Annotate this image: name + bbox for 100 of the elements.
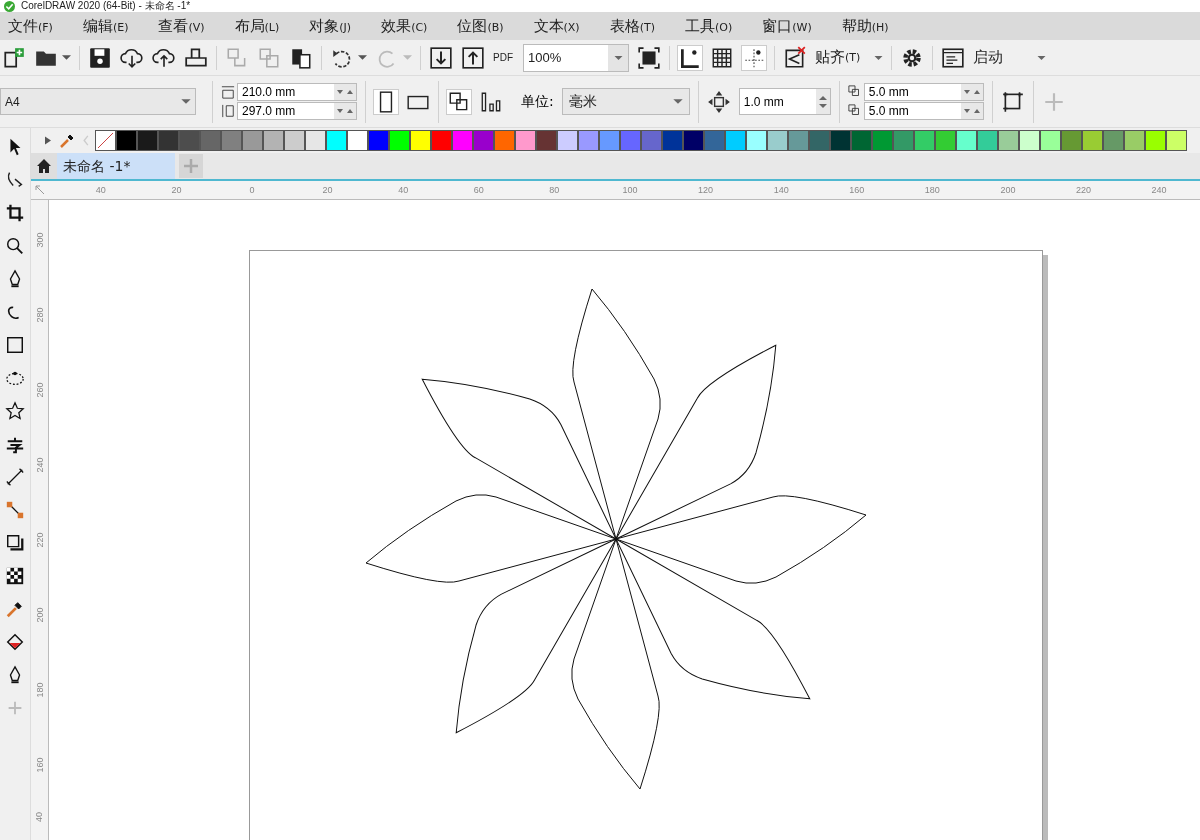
zoom-dropdown[interactable]: 100% [523, 43, 629, 72]
eyedropper-icon[interactable] [59, 132, 75, 149]
caret-icon[interactable] [62, 54, 71, 61]
page-height-field[interactable]: 297.0 mm [237, 102, 357, 120]
color-swatch[interactable] [956, 130, 977, 151]
duplicate-x-field[interactable]: 5.0 mm [863, 83, 984, 101]
menu-item[interactable]: 帮助(H) [841, 16, 889, 36]
page-width-field[interactable]: 210.0 mm [237, 83, 357, 101]
spinner-arrows-icon[interactable] [963, 108, 980, 114]
color-swatch[interactable] [158, 130, 179, 151]
menu-item[interactable]: 查看(V) [158, 16, 205, 36]
zoom-tool-icon[interactable] [5, 235, 25, 257]
crop-tool-icon[interactable] [5, 202, 25, 224]
caret-icon[interactable] [181, 98, 191, 105]
color-swatch[interactable] [809, 130, 830, 151]
palette-menu-icon[interactable] [44, 135, 52, 146]
export-icon[interactable] [461, 45, 485, 70]
color-swatch[interactable] [410, 130, 431, 151]
caret-icon[interactable] [358, 54, 367, 61]
color-swatch[interactable] [242, 130, 263, 151]
color-swatch[interactable] [116, 130, 137, 151]
color-swatch[interactable] [851, 130, 872, 151]
home-icon[interactable] [31, 153, 57, 179]
menu-item[interactable]: 文件(F) [8, 16, 53, 36]
color-swatch[interactable] [578, 130, 599, 151]
color-swatch[interactable] [368, 130, 389, 151]
color-swatch[interactable] [515, 130, 536, 151]
color-swatch[interactable] [347, 130, 368, 151]
color-swatch[interactable] [1061, 130, 1082, 151]
color-swatch[interactable] [473, 130, 494, 151]
line-tool-icon[interactable] [5, 466, 25, 488]
color-swatch[interactable] [1166, 130, 1187, 151]
units-dropdown[interactable]: 毫米 [561, 88, 690, 115]
color-swatch[interactable] [725, 130, 746, 151]
portrait-icon[interactable] [374, 89, 398, 114]
color-swatch[interactable] [305, 130, 326, 151]
duplicate-y-field[interactable]: 5.0 mm [863, 102, 984, 120]
page-frame-icon[interactable] [1000, 89, 1025, 114]
color-swatch[interactable] [326, 130, 347, 151]
snap-dropdown[interactable]: 贴齐(T) [815, 48, 884, 67]
caret-icon[interactable] [613, 54, 623, 61]
color-swatch[interactable] [1145, 130, 1166, 151]
color-swatch[interactable] [746, 130, 767, 151]
shadow-tool-icon[interactable] [5, 532, 25, 554]
pdf-button[interactable]: PDF [493, 52, 515, 63]
nudge-field[interactable]: 1.0 mm [738, 88, 831, 115]
print-icon[interactable] [184, 45, 208, 70]
color-swatch[interactable] [536, 130, 557, 151]
color-swatch[interactable] [1040, 130, 1061, 151]
menu-item[interactable]: 对象(J) [309, 16, 352, 36]
spinner-arrows-icon[interactable] [963, 89, 980, 95]
color-swatch[interactable] [683, 130, 704, 151]
no-color-swatch[interactable] [95, 130, 116, 151]
spinner-arrows-icon[interactable] [337, 89, 353, 95]
color-swatch[interactable] [767, 130, 788, 151]
page-size-dropdown[interactable]: A4 [0, 88, 196, 115]
color-swatch[interactable] [221, 130, 242, 151]
color-swatch[interactable] [284, 130, 305, 151]
menu-item[interactable]: 效果(C) [381, 16, 428, 36]
caret-icon[interactable] [672, 98, 683, 105]
color-swatch[interactable] [494, 130, 515, 151]
rect-tool-icon[interactable] [5, 334, 25, 356]
color-swatch[interactable] [137, 130, 158, 151]
guidelines-icon[interactable] [742, 45, 766, 70]
full-screen-icon[interactable] [637, 45, 661, 70]
spinner-arrows-icon[interactable] [337, 108, 353, 114]
color-swatch[interactable] [431, 130, 452, 151]
color-swatch[interactable] [893, 130, 914, 151]
launch-dropdown[interactable]: 启动 [973, 48, 1047, 67]
color-swatch[interactable] [998, 130, 1019, 151]
menu-item[interactable]: 表格(T) [609, 16, 655, 36]
menu-item[interactable]: 窗口(W) [762, 16, 812, 36]
star-tool-icon[interactable] [5, 400, 25, 422]
color-swatch[interactable] [788, 130, 809, 151]
menu-item[interactable]: 布局(L) [234, 16, 280, 36]
color-swatch[interactable] [830, 130, 851, 151]
color-swatch[interactable] [914, 130, 935, 151]
color-swatch[interactable] [1082, 130, 1103, 151]
color-swatch[interactable] [179, 130, 200, 151]
color-swatch[interactable] [557, 130, 578, 151]
caret-icon[interactable] [1037, 54, 1047, 61]
color-swatch[interactable] [641, 130, 662, 151]
color-swatch[interactable] [263, 130, 284, 151]
color-swatch[interactable] [452, 130, 473, 151]
connector-tool-icon[interactable] [5, 499, 25, 521]
snap-off-icon[interactable] [783, 45, 807, 70]
color-swatch[interactable] [389, 130, 410, 151]
menu-item[interactable]: 编辑(E) [82, 16, 129, 36]
color-swatch[interactable] [872, 130, 893, 151]
new-document-icon[interactable] [2, 45, 26, 70]
save-icon[interactable] [88, 45, 112, 70]
color-swatch[interactable] [1103, 130, 1124, 151]
caret-icon[interactable] [874, 54, 884, 61]
window-icon[interactable] [941, 45, 966, 70]
fill-tool-icon[interactable] [5, 631, 25, 653]
menu-item[interactable]: 文本(X) [533, 16, 580, 36]
menu-item[interactable]: 工具(O) [684, 16, 733, 36]
rulers-icon[interactable] [678, 45, 702, 70]
color-swatch[interactable] [1124, 130, 1145, 151]
color-swatch[interactable] [977, 130, 998, 151]
